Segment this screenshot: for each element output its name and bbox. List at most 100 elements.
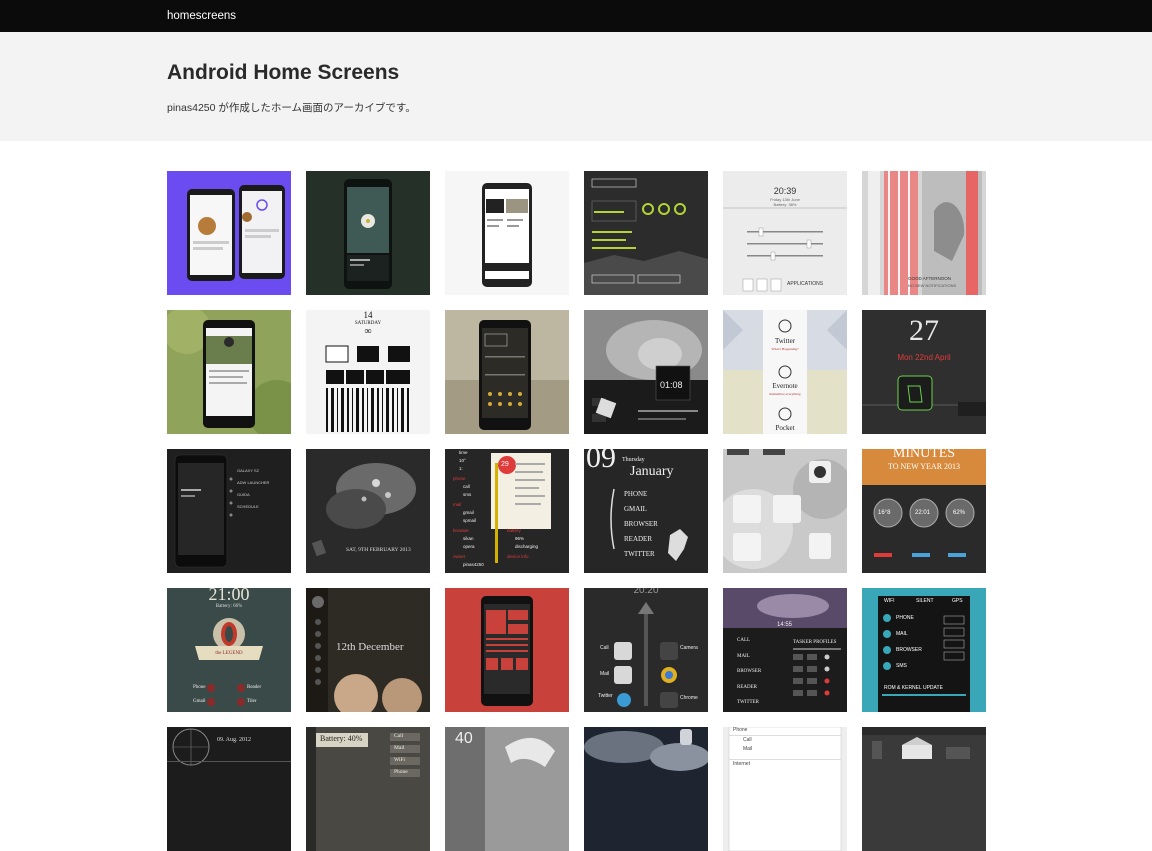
brand-link[interactable]: homescreens — [167, 10, 236, 22]
thumbnail-15-left-14: pinas4250 — [463, 562, 484, 567]
thumbnail-23-item-2: MAIL — [737, 654, 750, 659]
thumbnail-8[interactable]: 14 SATURDAY ∞ — [306, 310, 430, 434]
thumbnail-11-app-2: Evernote — [772, 382, 798, 390]
thumbnail-6[interactable]: GOOD AFTERNOON NO NEW NOTIFICATIONS — [862, 171, 986, 295]
thumbnail-20-date: 12th December — [336, 641, 404, 653]
thumbnail-22-app-3: Mail — [600, 671, 610, 677]
thumbnail-10[interactable]: 01:08 — [584, 310, 708, 434]
thumbnail-29[interactable]: Phone Call Mail Internet — [723, 727, 847, 851]
thumbnail-29-image — [723, 727, 847, 851]
thumbnail-29-item-2: Call — [743, 737, 752, 743]
thumbnail-15-right-3: discharging — [515, 544, 539, 549]
thumbnail-11-image — [723, 310, 847, 434]
thumbnail-19-app-3: Gmail — [193, 699, 206, 704]
thumbnail-26-image — [306, 727, 430, 851]
thumbnail-5[interactable]: 20:39 Friday 13th June Battery: 38% APPL… — [723, 171, 847, 295]
thumbnail-2[interactable] — [306, 171, 430, 295]
thumbnail-16-item-1: PHONE — [624, 490, 648, 498]
thumbnail-1[interactable] — [167, 171, 291, 295]
thumbnail-15-left-3: 1: — [459, 466, 463, 471]
thumbnail-22[interactable]: 20:20 Call Camera Mail Chrome Twitter — [584, 588, 708, 712]
thumbnail-14[interactable]: SAT, 9TH FEBRUARY 2013 — [306, 449, 430, 573]
thumbnail-19[interactable]: 21:00 Battery: 66% the LEGEND Phone Read… — [167, 588, 291, 712]
thumbnail-22-app-4: Chrome — [680, 695, 698, 701]
thumbnail-11-app-3: Pocket — [775, 424, 795, 432]
thumbnail-15-left-5: call — [463, 484, 470, 489]
thumbnail-26-tab-3: WiFi — [394, 757, 406, 763]
thumbnail-24-tab-2: SILENT — [916, 598, 934, 604]
thumbnail-13-image — [167, 449, 291, 573]
thumbnail-18-title: MINUTES — [892, 449, 956, 461]
thumbnail-13[interactable]: GALAXY S2 ADW LAUNCHER GUIDA SCHEDULE — [167, 449, 291, 573]
top-navbar: homescreens — [0, 0, 1152, 32]
thumbnail-30[interactable] — [862, 727, 986, 851]
thumbnail-13-app-3: GUIDA — [237, 492, 250, 497]
thumbnail-12[interactable]: 27 Mon 22nd April — [862, 310, 986, 434]
thumbnail-17[interactable] — [723, 449, 847, 573]
thumbnail-2-image — [306, 171, 430, 295]
thumbnail-15-left-2: 10° — [459, 458, 466, 463]
thumbnail-16-item-4: READER — [624, 535, 652, 543]
thumbnail-23-item-4: READER — [737, 685, 757, 690]
thumbnail-22-time: 20:20 — [633, 588, 659, 596]
thumbnail-22-app-1: Call — [600, 645, 609, 651]
thumbnail-15-right-2: 96% — [515, 536, 525, 541]
thumbnail-12-date: Mon 22nd April — [897, 353, 951, 362]
thumbnail-22-app-5: Twitter — [598, 693, 613, 699]
thumbnail-25[interactable]: 09. Aug. 2012 — [167, 727, 291, 851]
thumbnail-6-greeting: GOOD AFTERNOON — [908, 276, 952, 281]
thumbnail-15-left-13: owner — [453, 554, 466, 559]
thumbnail-23[interactable]: 14:55 CALL MAIL BROWSER READER TWITTER T… — [723, 588, 847, 712]
thumbnail-16[interactable]: 09 January Thursday PHONE GMAIL BROWSER … — [584, 449, 708, 573]
thumbnail-18[interactable]: MINUTES TO NEW YEAR 2013 16°8 22:01 62% — [862, 449, 986, 573]
thumbnail-13-app-2: ADW LAUNCHER — [237, 480, 270, 485]
thumbnail-23-image — [723, 588, 847, 712]
page-title: Android Home Screens — [167, 61, 400, 84]
thumbnail-28[interactable] — [584, 727, 708, 851]
thumbnail-19-time: 21:00 — [208, 588, 250, 604]
thumbnail-13-app-4: SCHEDULE — [237, 504, 259, 509]
thumbnail-16-month: January — [630, 464, 674, 479]
thumbnail-9[interactable] — [445, 310, 569, 434]
thumbnail-24[interactable]: WIFI SILENT GPS PHONE MAIL BROWSER SMS R… — [862, 588, 986, 712]
thumbnail-17-image — [723, 449, 847, 573]
thumbnail-26[interactable]: Battery: 40% Call Mail WiFi Phone — [306, 727, 430, 851]
thumbnail-10-image — [584, 310, 708, 434]
thumbnail-3[interactable] — [445, 171, 569, 295]
thumbnail-29-item-1: Phone — [733, 727, 748, 733]
thumbnail-20[interactable]: 12th December — [306, 588, 430, 712]
thumbnail-13-app-1: GALAXY S2 — [237, 468, 259, 473]
thumbnail-16-item-5: TWITTER — [624, 550, 655, 558]
screenshot-grid: 20:39 Friday 13th June Battery: 38% APPL… — [167, 171, 986, 851]
thumbnail-4[interactable] — [584, 171, 708, 295]
thumbnail-18-value-1: 16°8 — [878, 510, 891, 516]
thumbnail-27-time: 40 — [455, 730, 473, 747]
thumbnail-15-left-6: sms — [463, 492, 472, 497]
thumbnail-11[interactable]: Twitter What's Happening? Evernote Remem… — [723, 310, 847, 434]
thumbnail-24-item-2: MAIL — [896, 631, 908, 637]
thumbnail-19-battery: Battery: 66% — [215, 604, 243, 609]
thumbnail-15[interactable]: 29 time 10° 1: phone call sms mail gmail… — [445, 449, 569, 573]
thumbnail-19-app-2: Reader — [247, 685, 262, 690]
thumbnail-23-item-5: TWITTER — [737, 700, 759, 705]
thumbnail-15-left-7: mail — [453, 502, 462, 507]
thumbnail-18-value-3: 62% — [953, 510, 966, 516]
thumbnail-26-tab-1: Call — [394, 733, 404, 739]
thumbnail-7[interactable] — [167, 310, 291, 434]
thumbnail-26-tab-2: Mail — [394, 745, 405, 751]
thumbnail-24-tab-1: WIFI — [884, 598, 895, 604]
thumbnail-15-left-8: gmail — [463, 510, 474, 515]
thumbnail-24-item-1: PHONE — [896, 615, 914, 621]
thumbnail-27[interactable]: 40 — [445, 727, 569, 851]
thumbnail-26-tab-4: Phone — [394, 769, 408, 775]
thumbnail-8-day: 14 — [363, 310, 373, 320]
thumbnail-16-item-2: GMAIL — [624, 505, 647, 513]
thumbnail-15-left-1: time — [459, 450, 468, 455]
thumbnail-9-image — [445, 310, 569, 434]
thumbnail-15-left-4: phone — [453, 476, 466, 481]
thumbnail-29-item-4: Internet — [733, 761, 750, 767]
thumbnail-25-image — [167, 727, 291, 851]
thumbnail-8-symbol: ∞ — [364, 326, 372, 337]
thumbnail-15-right-4: device info — [507, 554, 529, 559]
thumbnail-21[interactable] — [445, 588, 569, 712]
